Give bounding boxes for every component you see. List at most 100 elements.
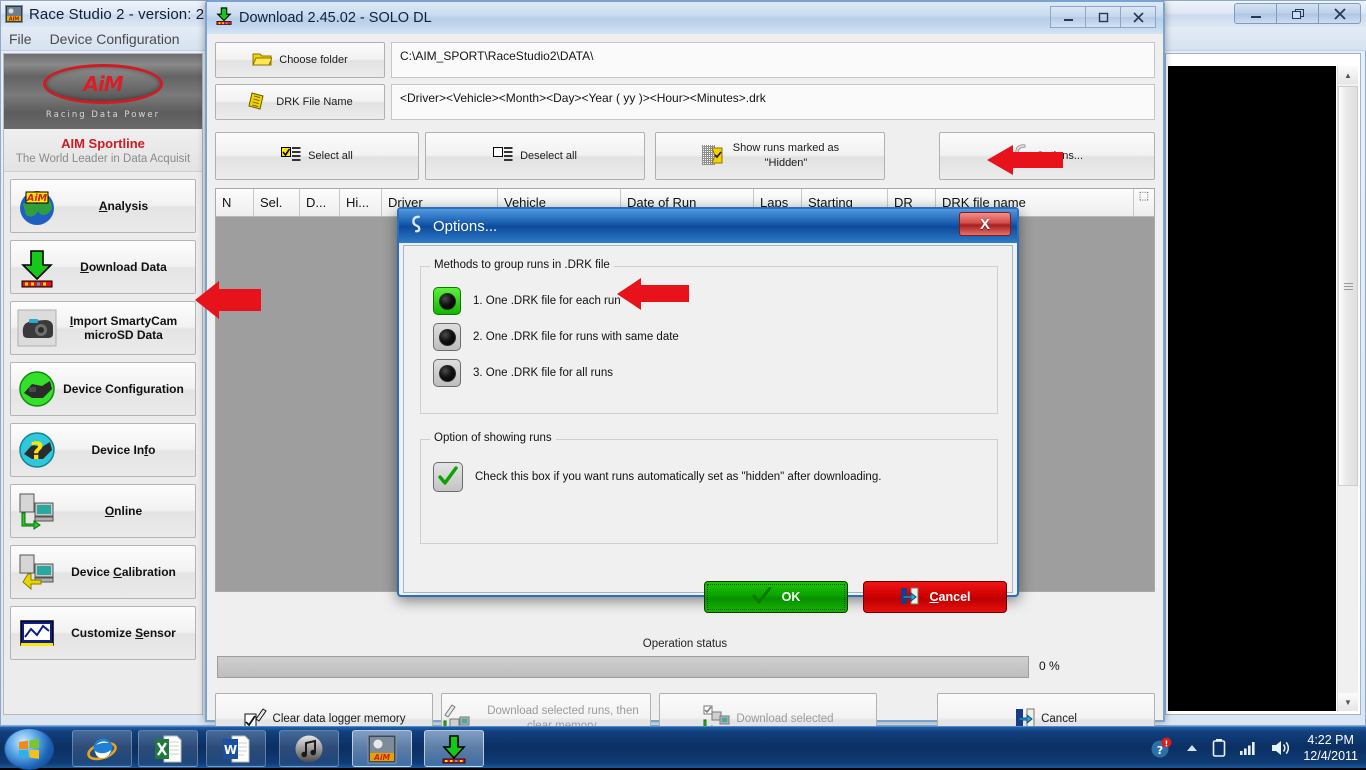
menu-file[interactable]: File	[9, 31, 32, 47]
radio-option-label: 3. One .DRK file for all runs	[473, 367, 613, 379]
taskbar-item-race-studio-2[interactable]: AiM	[352, 730, 412, 767]
sidebar-item-import-smartycam[interactable]: Import SmartyCam microSD Data	[10, 301, 196, 355]
sidebar-item-analysis[interactable]: AiM Analysis	[10, 179, 196, 233]
pc-calibration-icon	[14, 549, 60, 595]
select-all-button[interactable]: Select all	[215, 132, 419, 180]
sidebar-item-device-calibration[interactable]: Device Calibration	[10, 545, 196, 599]
svg-text:?: ?	[30, 437, 44, 465]
taskbar-item-excel[interactable]	[138, 730, 198, 767]
network-icon[interactable]	[1239, 740, 1257, 756]
sidebar-item-label: Download Data	[80, 260, 167, 274]
options-icon	[408, 215, 426, 238]
download-arrow-icon	[215, 6, 233, 30]
checkmark-icon	[752, 586, 772, 608]
ok-label: OK	[781, 590, 801, 604]
choose-folder-label: Choose folder	[279, 54, 348, 66]
drk-file-name-label: DRK File Name	[276, 96, 353, 108]
checkbox-set-hidden-after-download[interactable]: Check this box if you want runs automati…	[433, 462, 881, 492]
column-chooser-button[interactable]: ⬚	[1134, 189, 1154, 217]
sidebar-item-device-info[interactable]: ? Device Info	[10, 423, 196, 477]
scrollbar-thumb[interactable]	[1338, 86, 1358, 486]
green-device-icon	[14, 366, 60, 412]
radio-selected-icon[interactable]	[433, 287, 461, 315]
taskbar-item-internet-explorer[interactable]	[72, 730, 132, 767]
taskbar-item-itunes[interactable]	[279, 730, 339, 767]
close-button[interactable]	[1318, 3, 1361, 24]
clock[interactable]: 4:22 PM 12/4/2011	[1303, 732, 1358, 764]
operation-progress-bar	[217, 656, 1029, 678]
radio-option-one-file-all-runs[interactable]: 3. One .DRK file for all runs	[433, 359, 613, 387]
cancel-button[interactable]: Cancel	[863, 581, 1007, 613]
close-icon[interactable]: X	[959, 212, 1011, 236]
options-dialog-body: Methods to group runs in .DRK file 1. On…	[403, 245, 1013, 613]
camera-icon	[14, 305, 60, 351]
system-tray: ? ! 4:22 PM 12/4/2011	[1150, 727, 1358, 769]
folder-path-value: C:\AIM_SPORT\RaceStudio2\DATA\	[400, 49, 594, 63]
select-all-label: Select all	[308, 150, 353, 162]
radio-option-one-file-same-date[interactable]: 2. One .DRK file for runs with same date	[433, 323, 679, 351]
choose-folder-button[interactable]: Choose folder	[215, 42, 385, 78]
options-dialog-titlebar[interactable]: Options... X	[399, 209, 1017, 243]
radio-option-label: 2. One .DRK file for runs with same date	[473, 331, 679, 343]
radio-unselected-icon[interactable]	[433, 359, 461, 387]
vertical-scrollbar[interactable]: ▲ ▼	[1337, 66, 1358, 711]
show-hidden-line1: Show runs marked as	[732, 142, 840, 154]
maximize-button[interactable]	[1085, 6, 1121, 28]
folder-path-field[interactable]: C:\AIM_SPORT\RaceStudio2\DATA\	[391, 42, 1155, 78]
sidebar-item-online[interactable]: Online	[10, 484, 196, 538]
column-header-hi[interactable]: Hi...	[340, 189, 382, 217]
column-header-n[interactable]: N	[216, 189, 254, 217]
battery-icon[interactable]	[1212, 738, 1226, 758]
brand-slogan: The World Leader in Data Acquisit	[15, 152, 191, 165]
ok-button[interactable]: OK	[704, 581, 848, 613]
start-button[interactable]	[4, 728, 54, 770]
clock-time: 4:22 PM	[1307, 733, 1354, 747]
sidebar-item-label: Online	[104, 504, 143, 518]
sidebar-item-label: Customize Sensor	[71, 626, 176, 640]
taskbar-item-download-app[interactable]	[424, 730, 484, 767]
show-hidden-runs-button[interactable]: Show runs marked as "Hidden"	[655, 132, 885, 180]
column-header-d[interactable]: D...	[300, 189, 340, 217]
checkbox-checked-icon[interactable]	[433, 462, 463, 492]
minimize-button[interactable]	[1050, 6, 1086, 28]
svg-text:AiM: AiM	[9, 17, 20, 23]
brand-subtitle-block: AIM Sportline The World Leader in Data A…	[4, 129, 202, 172]
group-methods-to-group-runs: Methods to group runs in .DRK file 1. On…	[420, 259, 998, 414]
action-center-alert-icon[interactable]: ? !	[1150, 737, 1172, 759]
clock-date: 12/4/2011	[1303, 749, 1358, 763]
cancel-label: Cancel	[929, 590, 971, 604]
brand-header: AiM Racing Data Power	[4, 54, 202, 129]
drk-file-pattern-field[interactable]: <Driver><Vehicle><Month><Day><Year ( yy …	[391, 84, 1155, 120]
volume-icon[interactable]	[1270, 739, 1290, 757]
deselect-all-button[interactable]: Deselect all	[425, 132, 645, 180]
sidebar: AiM Racing Data Power AIM Sportline The …	[3, 53, 203, 715]
minimize-button[interactable]	[1234, 3, 1277, 24]
show-hidden-line2: "Hidden"	[764, 157, 808, 169]
taskbar-item-word[interactable]: W	[206, 730, 266, 767]
drk-file-name-button[interactable]: DRK File Name	[215, 84, 385, 120]
sidebar-item-label: Device Configuration	[63, 382, 184, 396]
download-window-titlebar[interactable]: Download 2.45.02 - SOLO DL	[207, 2, 1163, 34]
radio-option-one-file-per-run[interactable]: 1. One .DRK file for each run	[433, 287, 621, 315]
sensor-graph-icon	[14, 610, 60, 656]
column-header-sel[interactable]: Sel.	[254, 189, 300, 217]
restore-button[interactable]	[1276, 3, 1319, 24]
menu-device-configuration[interactable]: Device Configuration	[50, 31, 180, 47]
checkbox-label: Check this box if you want runs automati…	[475, 471, 882, 483]
sidebar-item-device-configuration[interactable]: Device Configuration	[10, 362, 196, 416]
folder-icon	[252, 51, 274, 70]
taskbar: W AiM ? ! 4:22 PM 12/4/2011	[0, 726, 1366, 770]
show-hidden-icons-icon[interactable]	[1185, 742, 1199, 754]
sidebar-item-label: Analysis	[98, 199, 149, 213]
radio-unselected-icon[interactable]	[433, 323, 461, 351]
pc-online-icon	[14, 488, 60, 534]
scroll-up-arrow-icon[interactable]: ▲	[1338, 66, 1358, 84]
cancel-label: Cancel	[1041, 713, 1077, 725]
close-button[interactable]	[1120, 6, 1156, 28]
scroll-down-arrow-icon[interactable]: ▼	[1338, 693, 1358, 711]
sidebar-item-download-data[interactable]: Download Data	[10, 240, 196, 294]
main-content-panel: ▲ ▼	[1165, 53, 1361, 715]
sidebar-item-label: Device Calibration	[71, 565, 176, 579]
options-dialog: Options... X Methods to group runs in .D…	[397, 207, 1019, 613]
sidebar-item-customize-sensor[interactable]: Customize Sensor	[10, 606, 196, 660]
